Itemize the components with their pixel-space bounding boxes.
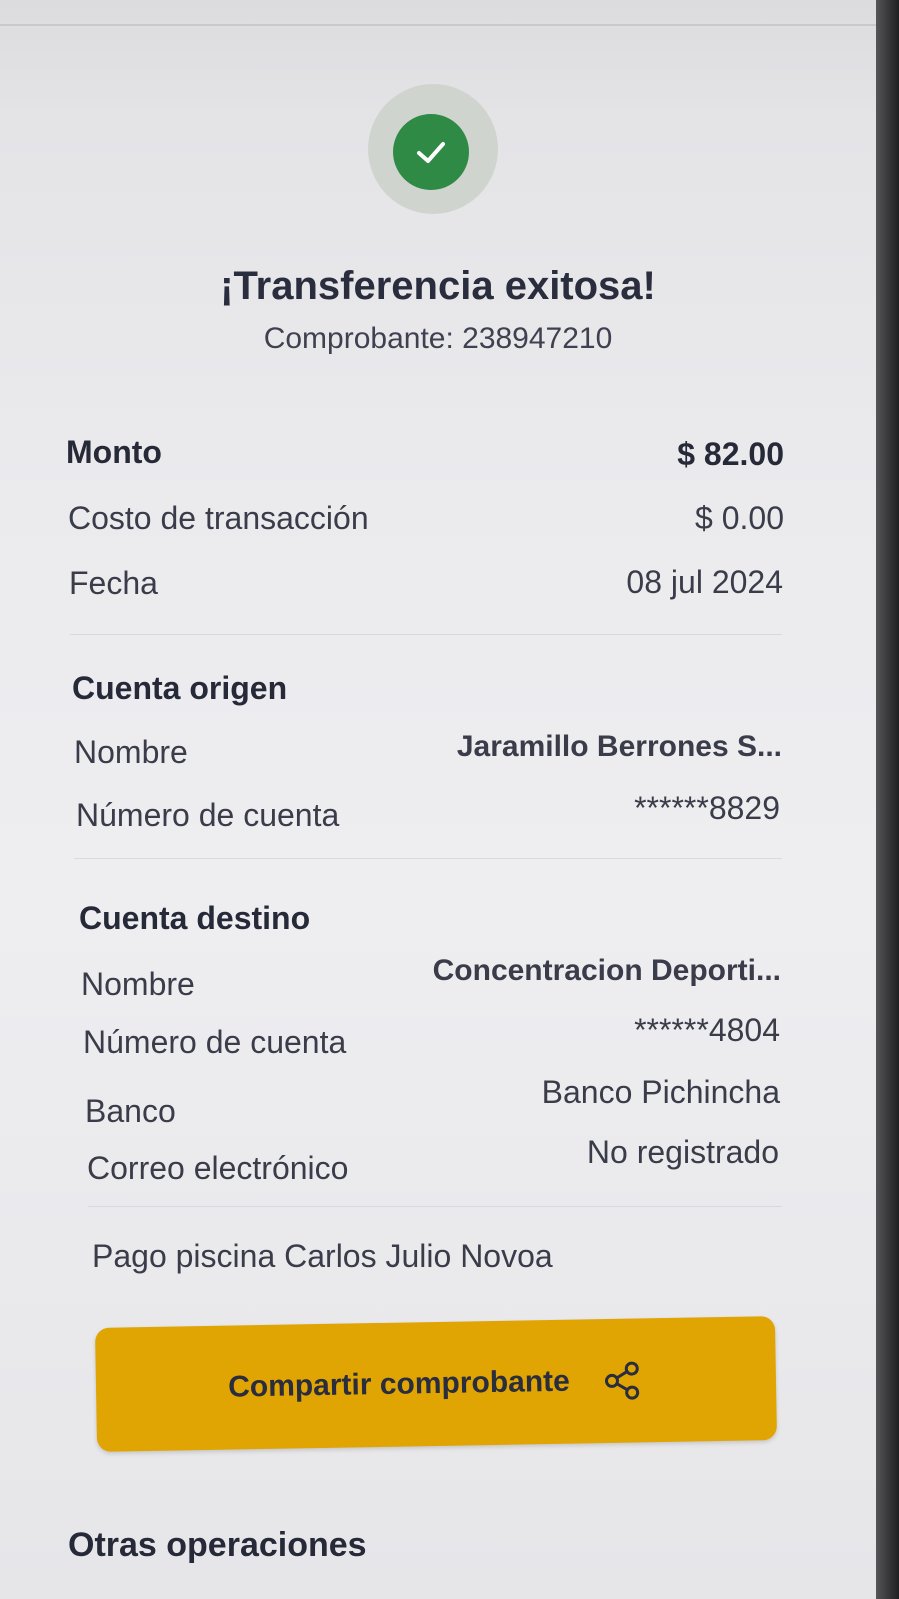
receipt-number: Comprobante: 238947210: [263, 322, 613, 355]
destination-bank-value: Banco Pichincha: [541, 1074, 780, 1110]
share-receipt-label: Compartir comprobante: [227, 1364, 571, 1404]
divider: [70, 634, 782, 635]
origin-section-title: Cuenta origen: [72, 670, 288, 706]
cost-value: $ 0.00: [695, 500, 784, 536]
top-divider: [0, 24, 876, 26]
cost-label: Costo de transacción: [68, 500, 369, 536]
destination-name-value: Concentracion Deporti...: [432, 954, 781, 987]
date-label: Fecha: [69, 565, 158, 601]
page-title: ¡Transferencia exitosa!: [220, 264, 656, 308]
destination-email-value: No registrado: [586, 1134, 779, 1170]
screen-edge: [876, 0, 899, 1599]
destination-bank-label: Banco: [85, 1093, 176, 1129]
origin-account-label: Número de cuenta: [76, 797, 340, 833]
divider: [74, 858, 782, 859]
success-check-icon: [393, 114, 469, 190]
share-receipt-button[interactable]: Compartir comprobante: [94, 1316, 778, 1452]
origin-name-value: Jaramillo Berrones S...: [456, 730, 782, 763]
origin-account-value: ******8829: [634, 790, 780, 826]
divider: [88, 1206, 782, 1207]
destination-account-value: ******4804: [634, 1012, 780, 1048]
destination-account-label: Número de cuenta: [83, 1024, 347, 1060]
other-operations-heading: Otras operaciones: [68, 1526, 367, 1564]
amount-value: $ 82.00: [677, 436, 784, 472]
checkmark-icon: [417, 142, 445, 163]
destination-section-title: Cuenta destino: [79, 900, 311, 936]
date-value: 08 jul 2024: [626, 564, 783, 600]
share-icon: [604, 1361, 640, 1400]
amount-label: Monto: [66, 434, 162, 470]
destination-email-label: Correo electrónico: [87, 1150, 349, 1186]
transfer-note: Pago piscina Carlos Julio Novoa: [92, 1238, 553, 1274]
destination-name-label: Nombre: [81, 966, 195, 1002]
origin-name-label: Nombre: [74, 734, 188, 770]
screen: ¡Transferencia exitosa! Comprobante: 238…: [0, 0, 876, 1599]
